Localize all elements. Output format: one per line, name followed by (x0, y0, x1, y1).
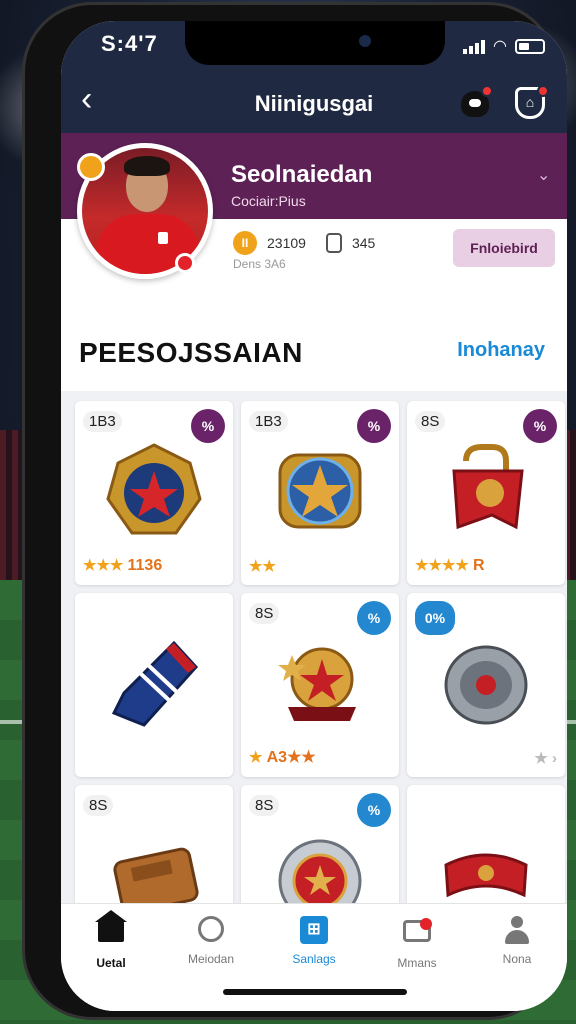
nav-label: Nona (502, 952, 532, 966)
robber-mask-button[interactable] (457, 85, 493, 121)
edit-profile-button[interactable]: Fnloiebird (453, 229, 555, 267)
avatar-hair (124, 156, 170, 176)
top-bar: S:4'7 ◠ ‹ Niinigusgai ⌂ (61, 21, 567, 133)
nav-label: Mmans (397, 956, 437, 970)
item-value: R (472, 557, 485, 574)
item-card[interactable] (75, 593, 233, 777)
sock-icon (111, 640, 199, 727)
item-card[interactable]: 8S % ★ A3★★ (241, 593, 399, 777)
item-grid: 1B3 % ★★★ 1136 1B3 % ★★ 8S % ★★★★ R 8S %… (61, 391, 567, 969)
item-tag[interactable]: 0% (415, 601, 455, 635)
nav-item-home[interactable]: Uetal (61, 910, 161, 970)
item-nav-arrow[interactable]: ★ › (534, 749, 557, 767)
item-card[interactable]: 1B3 % ★★ (241, 401, 399, 585)
nav-label: Sanlags (292, 952, 336, 966)
item-stars: ★★★★ (415, 557, 469, 574)
item-stars: ★ (249, 749, 263, 766)
profile-subtitle: Cociair:Pius (231, 193, 306, 209)
item-count: 1B3 (249, 411, 288, 432)
item-rating: ★★ (249, 557, 276, 575)
camera-icon (359, 35, 371, 47)
notification-dot (537, 85, 549, 97)
item-count: 8S (249, 603, 280, 624)
phone-frame: S:4'7 ◠ ‹ Niinigusgai ⌂ Seolnaiedan Coci… (22, 2, 567, 1020)
item-value: 1136 (127, 557, 163, 574)
item-rating: ★ A3★★ (249, 747, 316, 767)
nav-label: Meiodan (187, 952, 235, 966)
home-indicator (223, 989, 407, 995)
avatar-level-dot (77, 153, 105, 181)
section-title: PEESOJSSAIAN (79, 337, 303, 368)
coin-icon: II (233, 231, 257, 255)
item-count: 8S (249, 795, 280, 816)
jersey-crest (158, 232, 168, 244)
avatar-status-dot (175, 253, 195, 273)
notch (185, 21, 445, 65)
gold-badge-icon (106, 443, 202, 535)
profile-name: Seolnaiedan (231, 161, 373, 188)
profile-level: Dens 3A6 (233, 257, 286, 271)
chevron-down-icon[interactable]: ⌄ (537, 165, 550, 185)
item-count: 8S (83, 795, 114, 816)
luggage-tag-icon (452, 444, 524, 530)
person-icon (503, 916, 531, 944)
nav-item-shop[interactable]: ⊞ Sanlags (264, 914, 364, 966)
bag-icon: ⊞ (300, 916, 328, 944)
coin-count: 23109 (267, 235, 306, 251)
item-stars: ★★★ (83, 557, 124, 574)
star-emblem-icon (278, 453, 362, 529)
item-rating: ★★★★ R (415, 556, 485, 575)
item-tag[interactable]: % (357, 409, 391, 443)
item-tag[interactable]: % (191, 409, 225, 443)
item-value: A3★★ (266, 749, 316, 766)
item-tag[interactable]: % (523, 409, 557, 443)
ring-icon (198, 916, 224, 942)
item-tag[interactable]: % (357, 601, 391, 635)
notification-dot (420, 918, 432, 930)
item-card[interactable]: 8S % ★★★★ R (407, 401, 565, 585)
status-icons: ◠ (463, 37, 545, 55)
gem-count: 345 (351, 235, 376, 251)
trophy-icon (278, 647, 356, 721)
item-count: 8S (415, 411, 446, 432)
profile-stats: II 23109 345 (233, 231, 375, 255)
item-stars: ★★ (249, 558, 276, 575)
home-icon (95, 910, 127, 942)
helmet-icon (444, 645, 528, 725)
nav-item-messages[interactable]: Mmans (367, 914, 467, 970)
item-card[interactable]: 1B3 % ★★★ 1136 (75, 401, 233, 585)
battery-icon (515, 39, 545, 54)
nav-label: Uetal (96, 956, 126, 970)
nav-item-medals[interactable]: Meiodan (161, 914, 261, 966)
item-rating: ★★★ 1136 (83, 556, 162, 575)
phone-screen: S:4'7 ◠ ‹ Niinigusgai ⌂ Seolnaiedan Coci… (61, 21, 567, 1011)
section-link[interactable]: Inohanay (457, 339, 545, 362)
wifi-icon: ◠ (493, 37, 507, 55)
item-card[interactable]: 0% ★ › (407, 593, 565, 777)
item-count: 1B3 (83, 411, 122, 432)
notification-dot (481, 85, 493, 97)
nav-item-profile[interactable]: Nona (467, 914, 567, 966)
status-time: S:4'7 (101, 31, 158, 56)
shield-button[interactable]: ⌂ (513, 85, 549, 121)
gem-icon (325, 233, 342, 253)
item-tag[interactable]: % (357, 793, 391, 827)
signal-icon (463, 39, 486, 54)
mask-eye (469, 99, 481, 107)
